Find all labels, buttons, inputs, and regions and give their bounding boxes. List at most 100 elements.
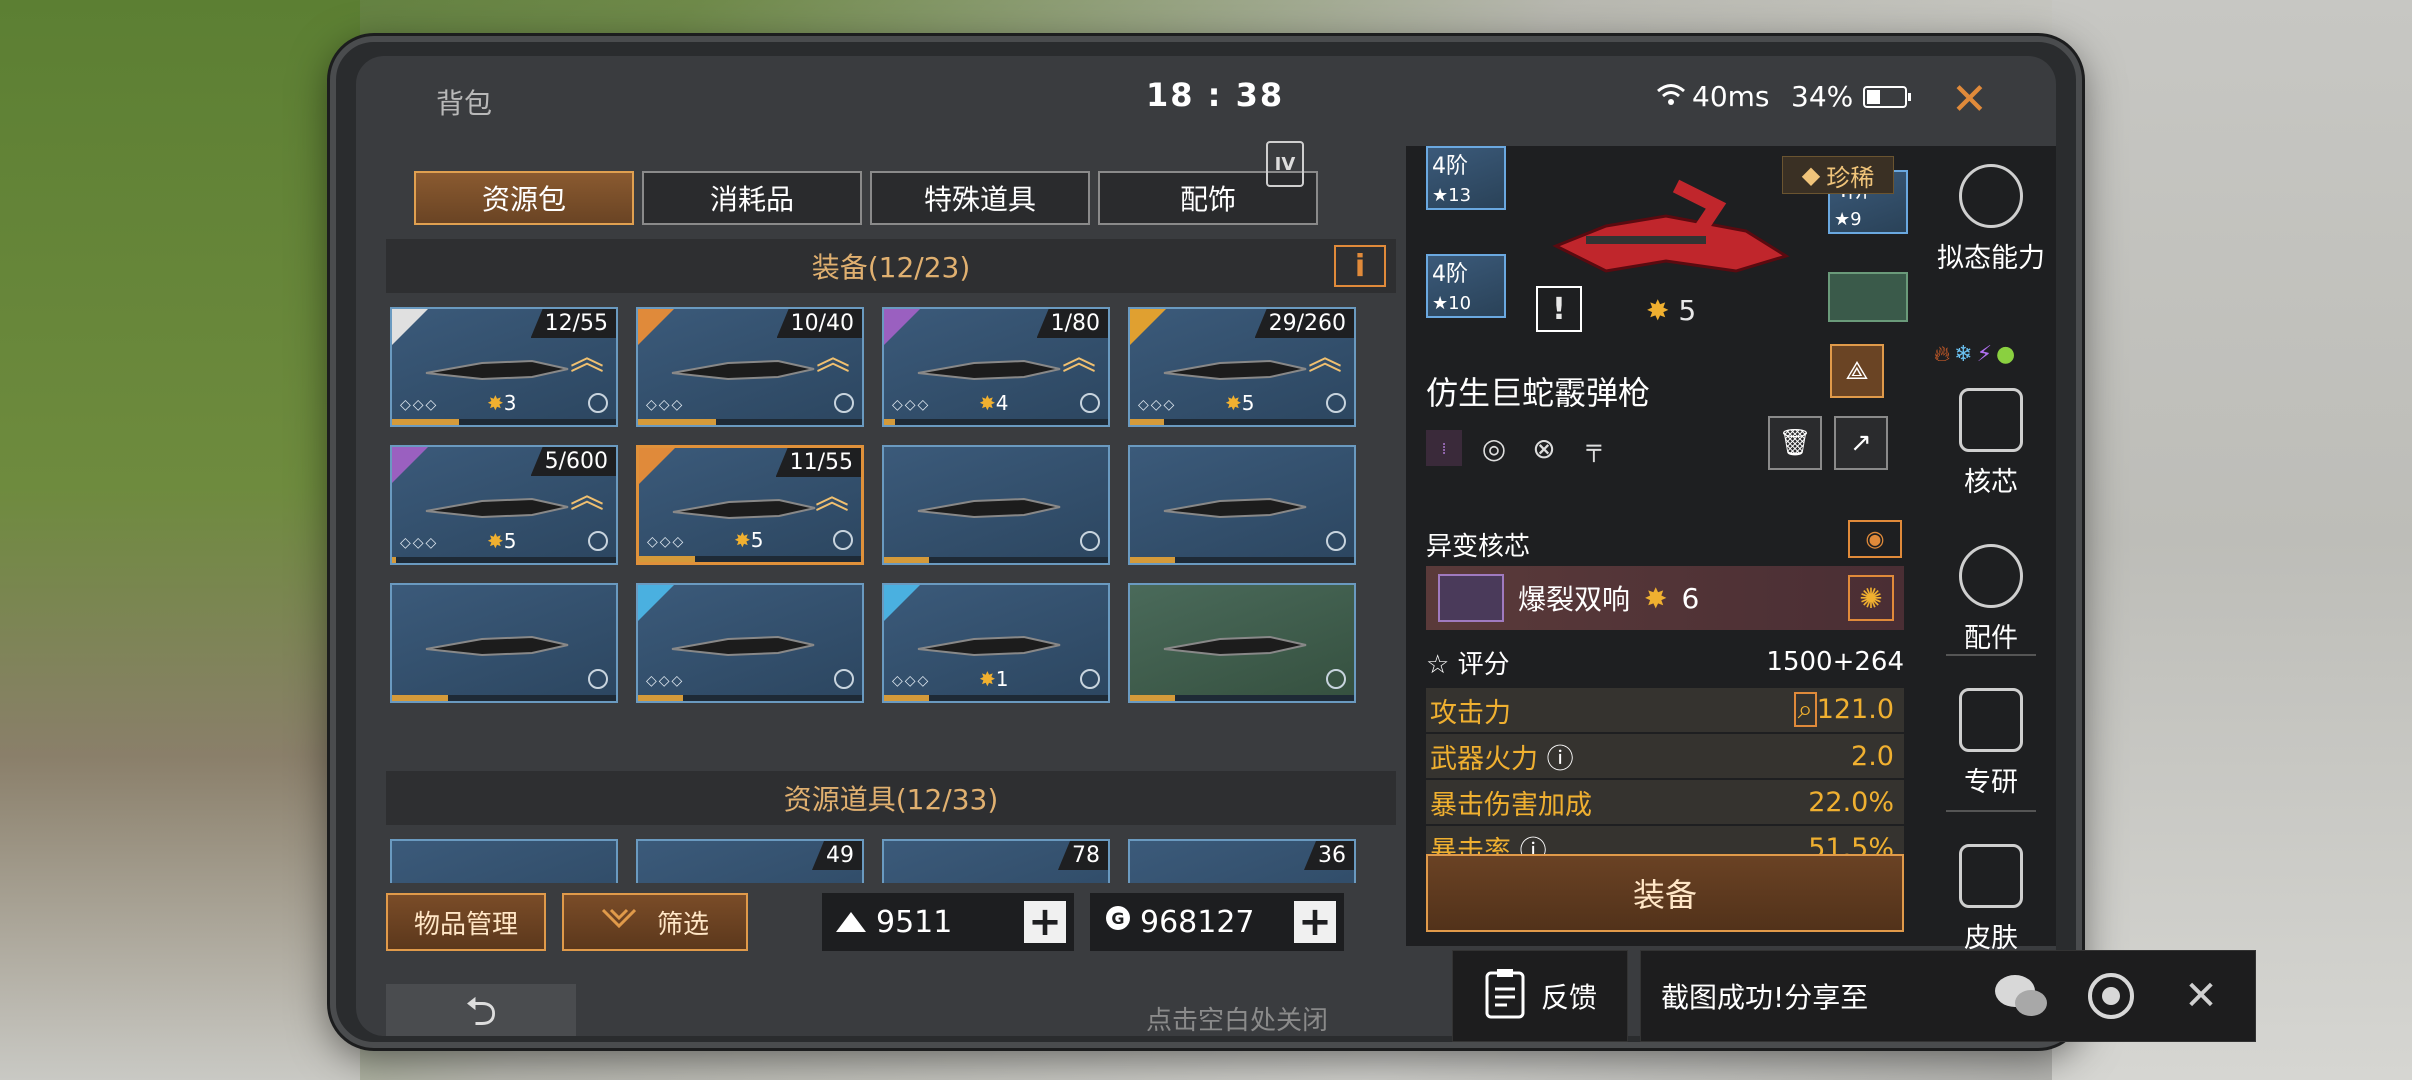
cross-icon: ⊗ <box>1532 431 1556 465</box>
progress-bar <box>1130 557 1354 563</box>
item-manage-button[interactable]: 物品管理 <box>386 893 546 951</box>
filter-button[interactable]: 筛选 <box>562 893 748 951</box>
tab-special-items[interactable]: 特殊道具 <box>870 171 1090 225</box>
filter-chevron-icon <box>601 907 637 937</box>
stat-value-wrap: ⌕ 121.0 <box>1793 692 1894 727</box>
feedback-label: 反馈 <box>1540 981 1597 1014</box>
wechat-icon[interactable] <box>1991 969 2051 1023</box>
sidebar-item-research[interactable]: 专研 <box>1926 688 2056 799</box>
rarity-corner-icon <box>884 585 920 621</box>
stats-table: 攻击力 ⌕ 121.0 武器火力 ⓘ 2.0 暴击伤害加成 22.0% 暴击率 ⓘ… <box>1426 688 1904 872</box>
progress-fill <box>884 557 929 563</box>
battery-icon <box>1863 85 1912 108</box>
core-row[interactable]: 爆裂双响 ✸ 6 ✺ <box>1426 566 1904 630</box>
equipment-card[interactable]: 10/40 ︽ ◇◇◇ <box>636 307 864 427</box>
weapon-thumbnail-icon <box>1163 635 1307 657</box>
equipment-card[interactable]: 5/600 ︽ ◇◇◇ ✸5 <box>390 445 618 565</box>
rarity-label: 珍稀 <box>1826 163 1875 192</box>
resource-card[interactable]: 49 <box>636 839 864 883</box>
wifi-icon <box>1656 80 1686 113</box>
equipment-card[interactable] <box>882 445 1110 565</box>
close-icon[interactable]: ✕ <box>1951 74 1988 125</box>
resource-card[interactable] <box>390 839 618 883</box>
gun-type-icon: ╤ <box>1586 434 1602 462</box>
rarity-corner-icon <box>638 585 674 621</box>
lightning-icon: ⚡︎ <box>1976 342 1993 367</box>
back-button[interactable]: ⮌ <box>386 984 576 1036</box>
item-count: 29/260 <box>1254 309 1354 338</box>
rarity-corner-icon <box>392 447 428 483</box>
sidebar-item-mimic[interactable]: 拟态能力 <box>1926 164 2056 275</box>
close-toast-icon[interactable]: ✕ <box>2171 969 2231 1023</box>
core-stars: 6 <box>1681 581 1700 615</box>
chip-level: ★9 <box>1834 209 1862 230</box>
upgrade-button[interactable]: ⟁ <box>1830 344 1884 398</box>
upgrade-chevron-icon: ︽ <box>816 338 850 378</box>
module-chip[interactable]: 4阶 ★10 <box>1426 254 1506 318</box>
progress-bar <box>392 419 616 425</box>
equipment-card[interactable]: ◇◇◇ <box>636 583 864 703</box>
clipboard-icon <box>1483 967 1527 1026</box>
resource-card[interactable]: 36 <box>1128 839 1356 883</box>
add-coins-button[interactable]: + <box>1294 899 1336 945</box>
progress-bar <box>638 419 862 425</box>
weapon-thumbnail-icon <box>917 635 1061 657</box>
tier-badge-icon[interactable]: IV <box>1266 141 1304 187</box>
equipment-card[interactable]: 11/55 ︽ ◇◇◇ ✸5 <box>636 445 864 565</box>
stat-label: 攻击力 <box>1430 697 1511 729</box>
gold-currency: 9511 + <box>822 893 1074 951</box>
rank-dots: ◇◇◇ <box>892 673 931 689</box>
module-chip[interactable]: 4阶 ★13 <box>1426 146 1506 210</box>
weapon-attribute-icons: ⁞ ◎ ⊗ ╤ <box>1426 430 1612 466</box>
attachment-chip[interactable] <box>1828 272 1908 322</box>
tap-to-close-hint[interactable]: 点击空白处关闭 <box>1146 1000 1328 1036</box>
info-circle-icon[interactable]: ⓘ <box>1547 744 1574 775</box>
sidebar-item-parts[interactable]: 配件 <box>1926 544 2056 655</box>
equipment-section-header: 装备(12/23) i <box>386 239 1396 293</box>
progress-fill <box>638 695 683 701</box>
diamond-icon: ◆ <box>1801 161 1821 189</box>
item-count: 12/55 <box>530 309 616 338</box>
sidebar-item-core[interactable]: 核芯 <box>1926 388 2056 499</box>
equipment-card[interactable] <box>1128 445 1356 565</box>
equipment-card[interactable] <box>390 583 618 703</box>
item-count: 5/600 <box>530 447 616 476</box>
ping-value: 40ms <box>1692 80 1770 113</box>
view-eye-icon[interactable]: ◉ <box>1848 520 1902 558</box>
resource-card[interactable]: 78 <box>882 839 1110 883</box>
equipment-card[interactable] <box>1128 583 1356 703</box>
delete-icon[interactable]: 🗑︎ <box>1768 416 1822 470</box>
feedback-button[interactable]: 反馈 <box>1452 950 1628 1042</box>
equipment-card[interactable]: ◇◇◇ ✸1 <box>882 583 1110 703</box>
equipment-card[interactable]: 12/55 ︽ ◇◇◇ ✸3 <box>390 307 618 427</box>
sidebar-item-skin[interactable]: 皮肤 <box>1926 844 2056 955</box>
info-button[interactable]: i <box>1334 245 1386 287</box>
chip-level: ★10 <box>1432 293 1472 314</box>
progress-bar <box>884 695 1108 701</box>
progress-bar <box>392 557 616 563</box>
shutter-icon[interactable] <box>2081 969 2141 1023</box>
warning-button[interactable]: ! <box>1536 286 1582 332</box>
magnify-icon[interactable]: ⌕ <box>1793 692 1817 727</box>
gold-amount: 9511 <box>876 904 953 940</box>
lock-icon <box>1080 669 1100 689</box>
weapon-thumbnail-icon <box>671 359 815 381</box>
add-gold-button[interactable]: + <box>1024 899 1066 945</box>
resource-section-header: 资源道具(12/33) <box>386 771 1396 825</box>
tab-consumables[interactable]: 消耗品 <box>642 171 862 225</box>
equipment-card[interactable]: 1/80 ︽ ◇◇◇ ✸4 <box>882 307 1110 427</box>
burst-icon: ✺ <box>1848 575 1894 621</box>
upgrade-chevron-icon: ︽ <box>815 477 849 517</box>
stat-label: 武器火力 <box>1430 743 1538 775</box>
equipment-card[interactable]: 29/260 ︽ ◇◇◇ ✸5 <box>1128 307 1356 427</box>
equip-button[interactable]: 装备 <box>1426 854 1904 932</box>
score-label: 评分 <box>1457 649 1510 680</box>
tab-resource-pack[interactable]: 资源包 <box>414 171 634 225</box>
share-icon[interactable]: ↗ <box>1834 416 1888 470</box>
item-stars: ✸5 <box>734 528 764 552</box>
item-count: 36 <box>1304 841 1354 870</box>
sidebar-label: 配件 <box>1964 623 2018 654</box>
core-name: 爆裂双响 <box>1518 583 1631 616</box>
progress-bar <box>392 695 616 701</box>
lock-icon <box>588 393 608 413</box>
